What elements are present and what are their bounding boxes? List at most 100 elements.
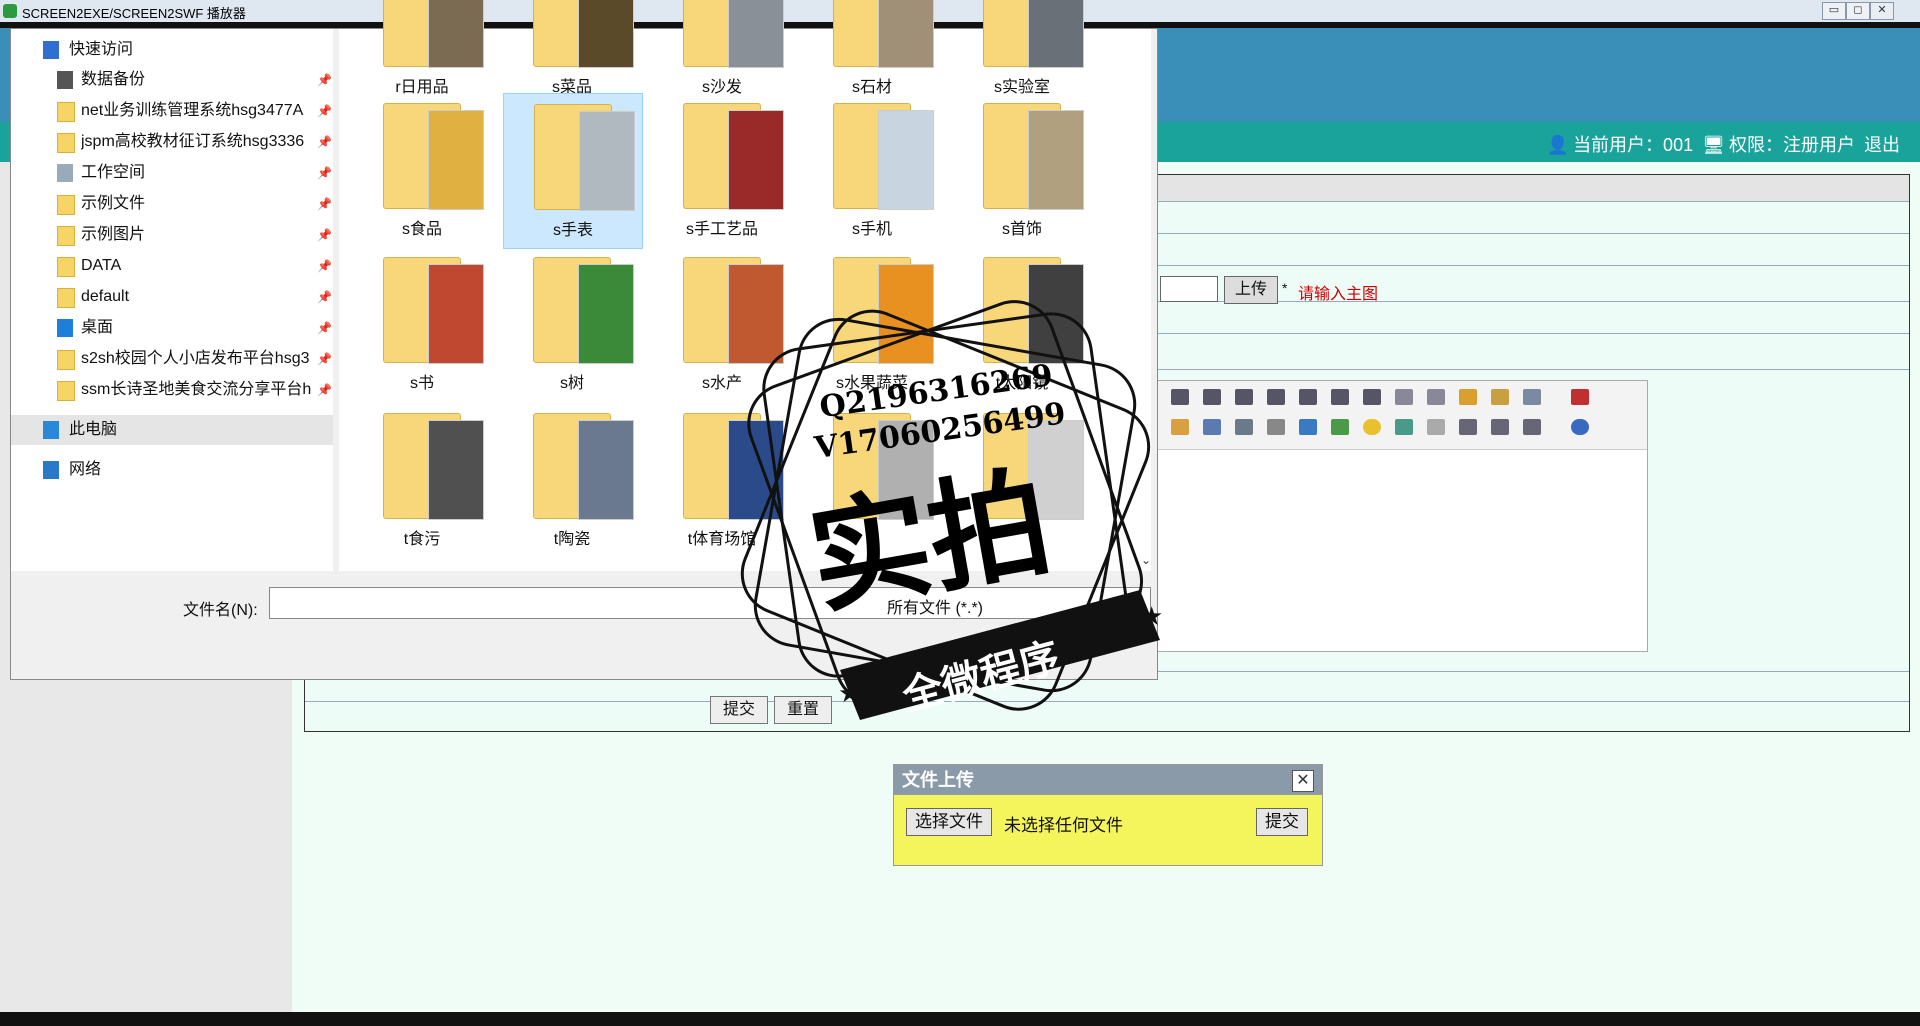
user-info: 👤 当前用户：001 🖥 权限：注册用户 退出 (1543, 131, 1900, 157)
map-icon[interactable] (1395, 419, 1413, 435)
folder-item[interactable]: s实验室 (953, 0, 1091, 105)
nav-item-label: 数据备份 (81, 71, 146, 88)
link-icon[interactable] (1491, 419, 1509, 435)
nav-item[interactable]: net业务训练管理系统hsg3477A 📌 (11, 96, 333, 126)
folder-item[interactable]: s手表 (503, 93, 643, 249)
user-icon: 👤 (1546, 135, 1570, 155)
nav-item[interactable]: s2sh校园个人小店发布平台hsg3 📌 (11, 344, 333, 374)
align-justify-icon[interactable] (1235, 389, 1253, 405)
folder-item[interactable]: t食污 (353, 403, 491, 557)
pin-icon: 📌 (317, 259, 332, 273)
nav-item[interactable]: 桌面 📌 (11, 313, 333, 343)
upload-button[interactable]: 上传 (1224, 276, 1278, 304)
nav-item[interactable]: 网络 (11, 455, 333, 485)
folder-item[interactable]: s手机 (803, 93, 941, 247)
nav-item[interactable]: 快速访问 (11, 35, 333, 65)
select-all-icon[interactable] (1523, 389, 1541, 405)
flash-icon[interactable] (1203, 419, 1221, 435)
bottom-frame-border (0, 1012, 1920, 1026)
nav-item-label: 示例文件 (81, 195, 146, 212)
folder-thumbnail (428, 110, 484, 210)
anchor-icon[interactable] (1459, 419, 1477, 435)
nav-item[interactable]: jspm高校教材征订系统hsg3336 📌 (11, 127, 333, 157)
nav-item[interactable]: 示例文件 📌 (11, 189, 333, 219)
clear-format-icon[interactable] (1459, 389, 1477, 405)
pin-icon: 📌 (317, 104, 332, 118)
choose-file-button[interactable]: 选择文件 (906, 808, 992, 836)
folder-icon (534, 104, 635, 211)
folder-item[interactable]: s手工艺品 (653, 93, 791, 247)
folder-thumbnail (878, 0, 934, 68)
nav-item[interactable]: 数据备份 📌 (11, 65, 333, 95)
nav-item[interactable]: default 📌 (11, 282, 333, 312)
nav-item[interactable]: DATA 📌 (11, 251, 333, 281)
folder-item[interactable]: s首饰 (953, 93, 1091, 247)
unordered-list-icon[interactable] (1299, 389, 1317, 405)
folder-item[interactable]: s石材 (803, 0, 941, 105)
folder-name: s手工艺品 (685, 221, 758, 238)
folder-thumbnail (578, 264, 634, 364)
outdent-icon[interactable] (1363, 389, 1381, 405)
folder-icon (683, 103, 784, 210)
indent-icon[interactable] (1331, 389, 1349, 405)
unlink-icon[interactable] (1523, 419, 1541, 435)
minimize-button[interactable]: ▭ (1822, 2, 1846, 20)
pin-icon: 📌 (317, 383, 332, 397)
nav-item-label: net业务训练管理系统hsg3477A (81, 102, 304, 119)
nav-item[interactable]: 此电脑 (11, 415, 333, 445)
superscript-icon[interactable] (1427, 389, 1445, 405)
folder-icon (533, 257, 634, 364)
nav-item-label: jspm高校教材征订系统hsg3336 (81, 133, 305, 150)
nav-item-label: 示例图片 (81, 226, 146, 243)
filename-label: 文件名(N): (183, 602, 258, 619)
nav-item[interactable]: 工作空间 📌 (11, 158, 333, 188)
pin-icon: 📌 (317, 228, 332, 242)
folder-thumbnail (428, 420, 484, 520)
folder-item[interactable]: s树 (503, 247, 641, 401)
ordered-list-icon[interactable] (1267, 389, 1285, 405)
attachment-icon[interactable] (1267, 419, 1285, 435)
pin-icon: 📌 (317, 321, 332, 335)
nav-item[interactable]: 示例图片 📌 (11, 220, 333, 250)
hr-icon[interactable] (1331, 419, 1349, 435)
network-icon (43, 461, 59, 479)
maximize-button[interactable]: ◻ (1846, 2, 1870, 20)
media-icon[interactable] (1235, 419, 1253, 435)
folder-icon (383, 0, 484, 68)
popup-submit-button[interactable]: 提交 (1256, 808, 1308, 836)
required-star: * (1282, 280, 1288, 296)
folder-thumbnail (728, 0, 784, 68)
folder-item[interactable]: s菜品 (503, 0, 641, 105)
paste-word-icon[interactable] (1491, 389, 1509, 405)
no-file-text: 未选择任何文件 (1004, 816, 1123, 835)
watermark-stamp: Q2196316269 V17060256499 实拍 全微程序 ★ ★ (740, 300, 1163, 720)
fullscreen-icon[interactable] (1571, 389, 1589, 405)
folder-name: t食污 (403, 531, 441, 548)
current-user: 当前用户：001 (1573, 135, 1694, 155)
table-icon[interactable] (1299, 419, 1317, 435)
pin-icon: 📌 (317, 166, 332, 180)
popup-close-icon[interactable]: ✕ (1292, 770, 1314, 792)
folder-name: s书 (409, 375, 434, 392)
help-icon[interactable] (1571, 419, 1589, 435)
close-button[interactable]: ✕ (1870, 2, 1894, 20)
emoticon-icon[interactable] (1363, 419, 1381, 435)
required-hint: 请输入主图 (1298, 286, 1379, 303)
folder-item[interactable]: t陶瓷 (503, 403, 641, 557)
rich-text-editor[interactable] (1150, 380, 1648, 652)
folder-item[interactable]: s沙发 (653, 0, 791, 105)
pin-icon: 📌 (317, 135, 332, 149)
folder-icon (533, 0, 634, 68)
folder-name: t陶瓷 (553, 531, 591, 548)
folder-item[interactable]: s食品 (353, 93, 491, 247)
folder-icon (57, 195, 75, 215)
nav-item[interactable]: ssm长诗圣地美食交流分享平台h 📌 (11, 375, 333, 405)
folder-item[interactable]: s书 (353, 247, 491, 401)
pagebreak-icon[interactable] (1427, 419, 1445, 435)
align-right-icon[interactable] (1203, 389, 1221, 405)
subscript-icon[interactable] (1395, 389, 1413, 405)
logout-link[interactable]: 退出 (1864, 135, 1900, 155)
nav-item-label: 此电脑 (69, 421, 118, 438)
folder-item[interactable]: r日用品 (353, 0, 491, 105)
folder-icon (57, 350, 75, 370)
